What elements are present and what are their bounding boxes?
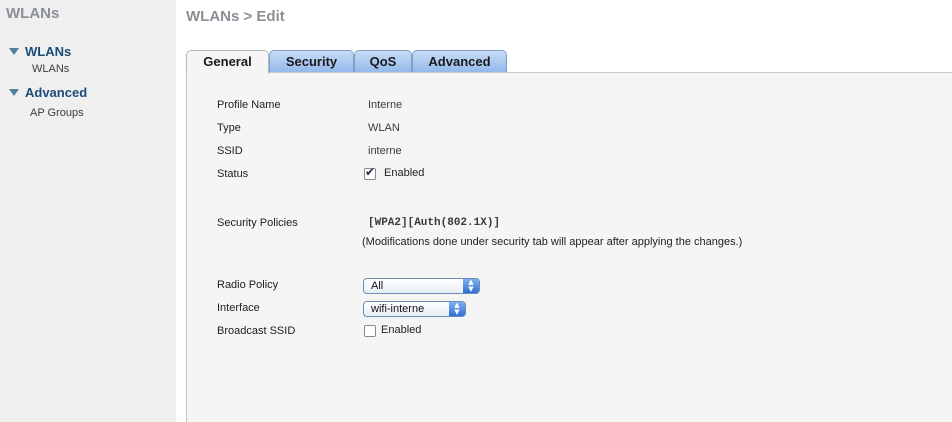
status-enabled-checkbox[interactable] [364,165,376,180]
sidebar-title: WLANs [6,5,60,22]
tab-security[interactable]: Security [269,50,354,72]
radio-policy-label: Radio Policy [217,279,279,291]
radio-policy-selected: All [371,280,384,292]
tab-general[interactable]: General [186,50,269,74]
sidebar-group-label: Advanced [25,85,88,100]
triangle-down-icon[interactable] [9,89,19,96]
up-down-arrows-icon: ▲ ▼ [449,302,465,316]
sidebar-item-ap-groups[interactable]: AP Groups [30,107,84,119]
interface-label: Interface [217,302,260,314]
status-label: Status [217,168,249,180]
status-enabled-label: Enabled [384,167,425,179]
broadcast-ssid-checkbox[interactable] [364,325,376,337]
ssid-value: interne [368,145,402,157]
broadcast-ssid-label: Broadcast SSID [217,325,296,337]
radio-policy-select[interactable]: All ▲ ▼ [363,278,480,294]
sidebar-group-advanced[interactable]: Advanced [9,85,87,100]
sidebar-item-wlans[interactable]: WLANs [32,63,69,75]
up-down-arrows-icon: ▲ ▼ [463,279,479,293]
type-label: Type [217,122,241,134]
broadcast-ssid-enabled-label: Enabled [381,324,422,336]
ssid-label: SSID [217,145,243,157]
security-policies-label: Security Policies [217,217,298,229]
interface-select[interactable]: wifi-interne ▲ ▼ [363,301,466,317]
sidebar-group-label: WLANs [25,44,72,59]
interface-selected: wifi-interne [371,303,425,315]
tab-advanced[interactable]: Advanced [412,50,507,72]
sidebar: WLANs WLANs WLANs Advanced AP Groups [0,0,176,422]
profile-name-label: Profile Name [217,99,281,111]
sidebar-group-wlans[interactable]: WLANs [9,44,71,59]
type-value: WLAN [368,122,400,134]
security-policies-value: [WPA2][Auth(802.1X)] [368,217,501,229]
profile-name-value: Interne [368,99,403,111]
tab-qos[interactable]: QoS [354,50,412,72]
page-title: WLANs > Edit [186,8,285,25]
security-policies-note: (Modifications done under security tab w… [362,236,743,248]
triangle-down-icon[interactable] [9,48,19,55]
